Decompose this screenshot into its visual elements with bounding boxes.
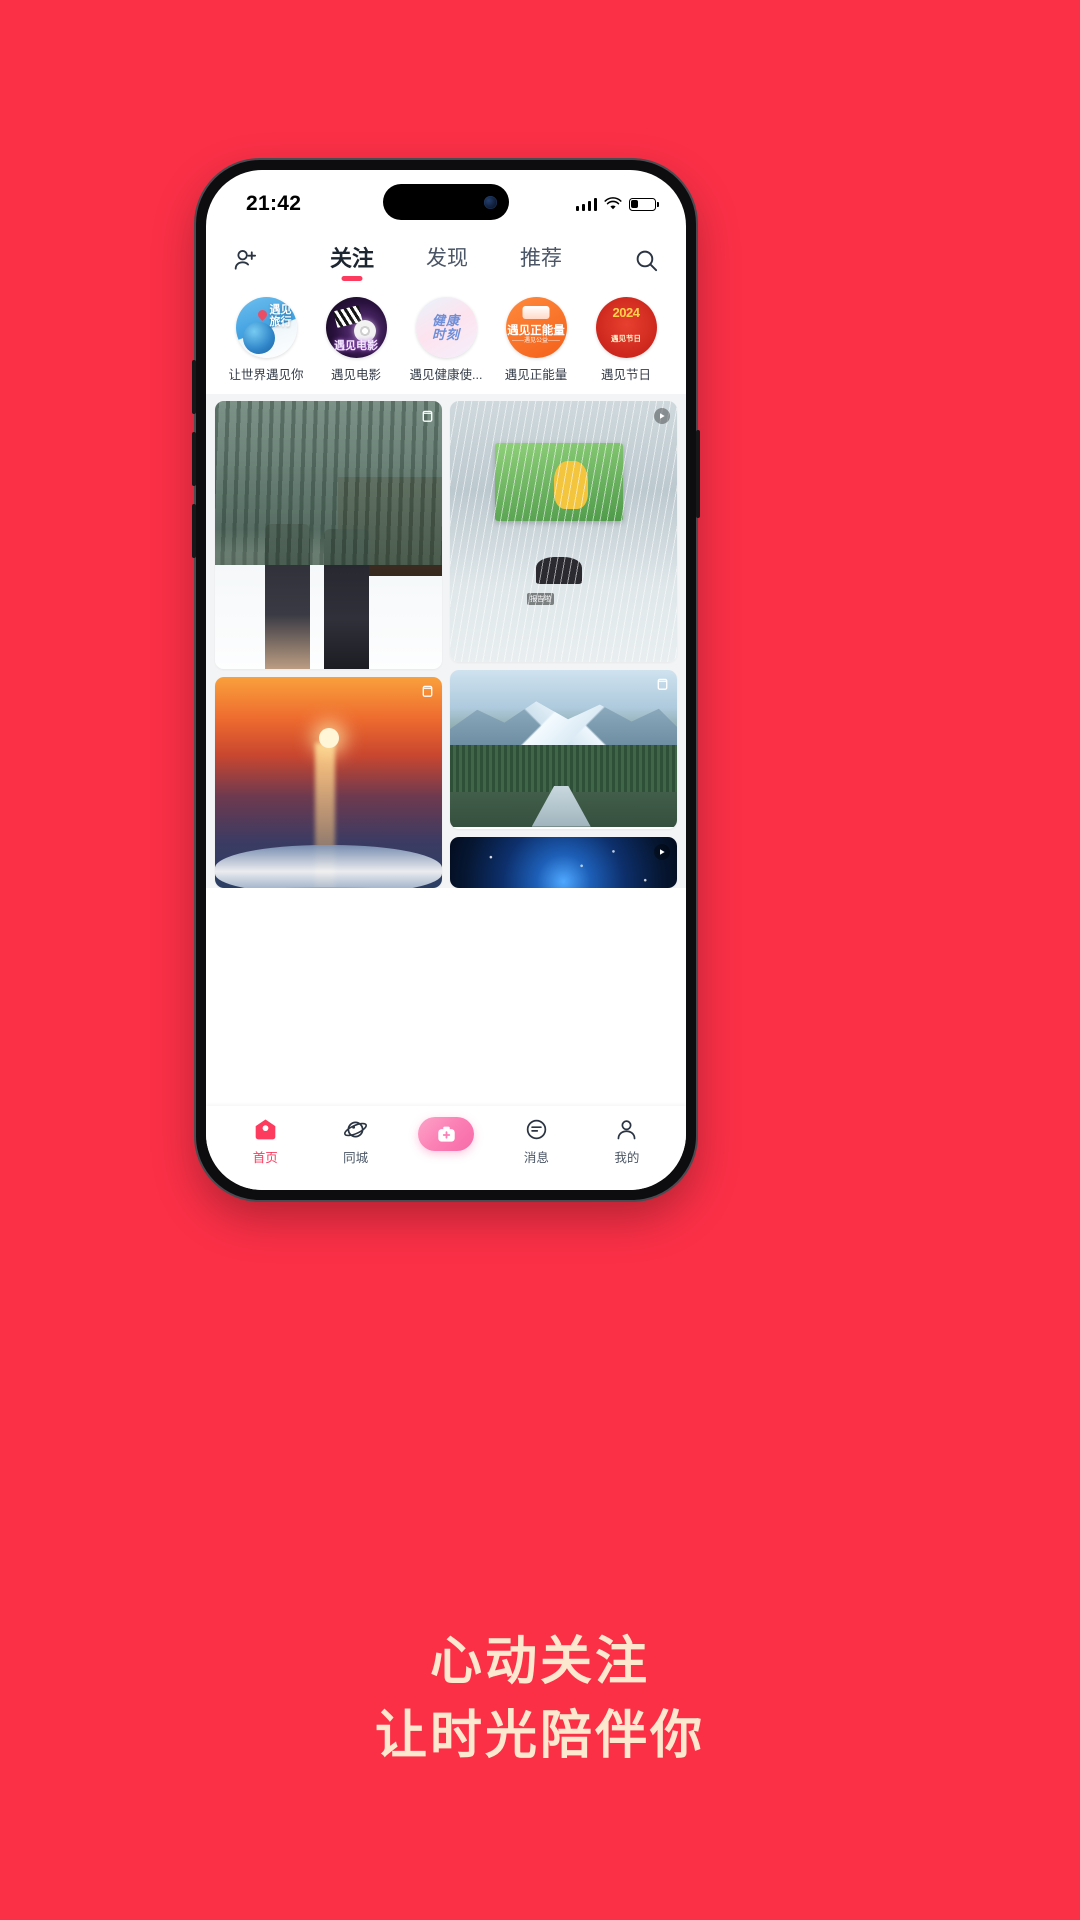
marketing-caption: 心动关注 让时光陪伴你: [0, 1630, 1080, 1769]
screenshot-stage: 21:42 关注 发现 推荐 遇见 旅行 让世界遇见你 遇见电影 遇见电影 健康…: [0, 0, 1080, 1920]
profile-person-icon: [617, 1120, 636, 1140]
tab-recommend[interactable]: 推荐: [520, 242, 562, 279]
phone-frame: 21:42 关注 发现 推荐 遇见 旅行 让世界遇见你 遇见电影 遇见电影 健康…: [192, 160, 700, 1200]
multi-image-icon: [654, 677, 670, 693]
add-friend-icon[interactable]: [232, 247, 259, 274]
story-avatar-text: 遇见电影: [334, 340, 378, 353]
feed-card[interactable]: 报告啦 报告！今天穿了条蓝色裙子！: [450, 401, 677, 662]
story-avatar-movie: 遇见电影: [325, 297, 387, 358]
card-media[interactable]: 报告啦: [450, 401, 677, 662]
card-media[interactable]: [450, 669, 677, 827]
story-avatar-text: 遇见节日: [611, 334, 641, 344]
status-indicators: [575, 197, 659, 211]
story-label: 让世界遇见你: [228, 368, 304, 382]
card-media[interactable]: [215, 676, 442, 888]
power-button[interactable]: [696, 430, 700, 518]
story-avatar-health: 健康 时刻: [415, 297, 477, 358]
wifi-icon: [604, 197, 622, 210]
tab-discover[interactable]: 发现: [426, 242, 468, 279]
message-icon: [526, 1119, 547, 1140]
feed-card[interactable]: [450, 836, 677, 888]
story-avatar-positive-energy: 遇见正能量 ——遇见公益——: [505, 297, 567, 358]
card-media[interactable]: [450, 836, 677, 888]
publish-camera-plus-icon[interactable]: [418, 1117, 475, 1151]
media-overlay-label: 报告啦: [527, 593, 555, 605]
story-label: 遇见节日: [600, 368, 651, 382]
multi-image-icon: [419, 408, 435, 424]
feed-tabs: 关注 发现 推荐: [259, 241, 633, 280]
story-item-health[interactable]: 健康 时刻 遇见健康使...: [401, 297, 491, 383]
feed-left-column: 雪松邮局｜来给未来的自己寄封信 让世界遇见你 1: [215, 401, 442, 888]
multi-image-icon: [419, 684, 435, 700]
nav-label: 首页: [252, 1151, 278, 1165]
story-avatar-text2: 时刻: [431, 326, 460, 342]
nav-label: 我的: [614, 1151, 640, 1165]
nav-label: 消息: [523, 1151, 549, 1165]
caption-line-2: 让时光陪伴你: [374, 1706, 705, 1765]
nav-label: 同城: [343, 1151, 369, 1165]
story-label: 遇见电影: [330, 368, 381, 382]
stories-row: 遇见 旅行 让世界遇见你 遇见电影 遇见电影 健康 时刻 遇见健康使... 遇见…: [206, 288, 686, 394]
nav-item-publish[interactable]: [401, 1117, 491, 1151]
story-item-travel[interactable]: 遇见 旅行 让世界遇见你: [221, 297, 311, 383]
story-avatar-text: 遇见正能量: [507, 324, 565, 337]
card-media[interactable]: [215, 401, 442, 669]
nav-item-profile[interactable]: 我的: [582, 1117, 672, 1166]
home-icon: [255, 1119, 276, 1140]
front-camera-icon: [484, 195, 497, 209]
bottom-navigation-bar: 首页 同城 消息 我的: [206, 1106, 686, 1190]
phone-screen: 21:42 关注 发现 推荐 遇见 旅行 让世界遇见你 遇见电影 遇见电影 健康…: [206, 170, 686, 1190]
feed-card[interactable]: [215, 676, 442, 888]
feed-right-column: 报告啦 报告！今天穿了条蓝色裙子！: [450, 401, 677, 888]
story-item-festival[interactable]: 2024 遇见节日 遇见节日: [581, 297, 671, 383]
cellular-signal-icon: [575, 197, 597, 211]
story-avatar-text: 健康: [431, 312, 460, 328]
tab-following[interactable]: 关注: [330, 241, 374, 280]
feed-card[interactable]: 雪松邮局｜来给未来的自己寄封信 让世界遇见你 1: [215, 401, 442, 669]
story-avatar-text: 遇见: [269, 304, 292, 316]
status-time: 21:42: [246, 192, 302, 215]
story-avatar-text2: 旅行: [269, 315, 292, 328]
battery-icon: [629, 197, 659, 211]
search-icon[interactable]: [633, 247, 660, 274]
nav-item-nearby[interactable]: 同城: [310, 1117, 400, 1166]
nav-item-messages[interactable]: 消息: [491, 1117, 581, 1166]
card-body: 新疆伊犁｜夏塔 让世界遇见你 0: [450, 827, 677, 829]
story-avatar-text2: ——遇见公益——: [511, 337, 560, 344]
feed-card[interactable]: 新疆伊犁｜夏塔 让世界遇见你 0: [450, 669, 677, 829]
story-avatar-travel: 遇见 旅行: [235, 297, 297, 358]
play-video-icon: [654, 843, 670, 860]
status-bar: 21:42: [206, 170, 686, 232]
play-video-icon: [654, 408, 670, 424]
caption-line-1: 心动关注: [429, 1633, 650, 1691]
story-avatar-festival: 2024 遇见节日: [595, 297, 657, 358]
top-navigation-bar: 关注 发现 推荐: [206, 232, 686, 288]
volume-down-button[interactable]: [192, 504, 196, 558]
story-item-positive-energy[interactable]: 遇见正能量 ——遇见公益—— 遇见正能量: [491, 297, 581, 383]
feed-waterfall[interactable]: 雪松邮局｜来给未来的自己寄封信 让世界遇见你 1: [206, 394, 686, 888]
story-label: 遇见正能量: [504, 368, 568, 382]
dynamic-island: [383, 184, 509, 220]
story-label: 遇见健康使...: [409, 368, 483, 382]
planet-nearby-icon: [344, 1121, 368, 1138]
story-item-movie[interactable]: 遇见电影 遇见电影: [311, 297, 401, 383]
nav-item-home[interactable]: 首页: [220, 1117, 310, 1166]
